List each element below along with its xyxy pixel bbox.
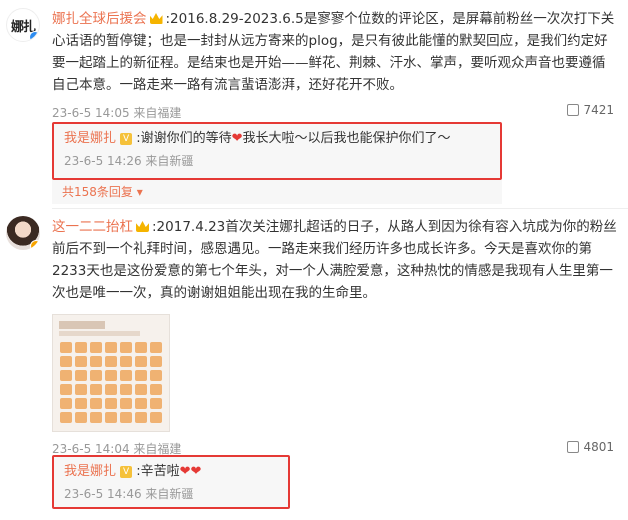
like-button[interactable]: 7421 — [567, 103, 614, 117]
reply-meta: 23-6-5 14:46 来自新疆 — [64, 487, 194, 501]
verified-badge-icon — [29, 31, 39, 41]
heart-icon: ❤❤ — [179, 464, 202, 479]
thumbs-up-icon — [567, 104, 580, 116]
avatar[interactable]: 娜扎 — [6, 8, 40, 42]
image-header-bar — [59, 321, 106, 329]
heart-icon: ❤ — [231, 131, 243, 146]
reply-box: 我是娜扎 V:辛苦啦❤❤ 23-6-5 14:46 来自新疆 — [52, 455, 290, 509]
thumbs-up-icon — [567, 441, 580, 453]
vip-badge-icon: V — [120, 466, 133, 478]
reply-text-after: 我长大啦～以后我也能保护你们了～ — [242, 131, 451, 146]
image-subheader-bar — [59, 331, 141, 336]
reply-text: :辛苦啦 — [136, 464, 180, 479]
attached-image[interactable] — [52, 314, 170, 432]
reply-box: 我是娜扎 V:谢谢你们的等待❤我长大啦～以后我也能保护你们了～ 23-6-5 14… — [52, 122, 502, 180]
reply-username[interactable]: 我是娜扎 — [64, 464, 116, 479]
comment-username[interactable]: 这一二二抬杠 — [52, 219, 133, 235]
reply-text: :谢谢你们的等待 — [136, 131, 232, 146]
comment-username[interactable]: 娜扎全球后援会 — [52, 11, 147, 27]
reply-username[interactable]: 我是娜扎 — [64, 131, 116, 146]
like-count: 4801 — [583, 440, 614, 454]
calendar-grid — [53, 342, 169, 423]
comment-text: 这一二二抬杠:2017.4.23首次关注娜扎超话的日子，从路人到因为徐有容入坑成… — [52, 216, 618, 304]
more-replies-link[interactable]: 共158条回复 ▾ — [52, 180, 502, 204]
reply-meta: 23-6-5 14:26 来自新疆 — [64, 154, 194, 168]
divider — [52, 208, 628, 209]
like-count: 7421 — [583, 103, 614, 117]
comment-text: 娜扎全球后援会:2016.8.29-2023.6.5是寥寥个位数的评论区，是屏幕… — [52, 8, 618, 96]
verified-badge-icon — [30, 240, 40, 250]
comment-meta: 23-6-5 14:05 来自福建 — [52, 106, 182, 120]
crown-icon — [136, 221, 149, 232]
vip-badge-icon: V — [120, 133, 133, 145]
crown-icon — [149, 13, 163, 24]
like-button[interactable]: 4801 — [567, 440, 614, 454]
avatar[interactable] — [6, 216, 40, 250]
